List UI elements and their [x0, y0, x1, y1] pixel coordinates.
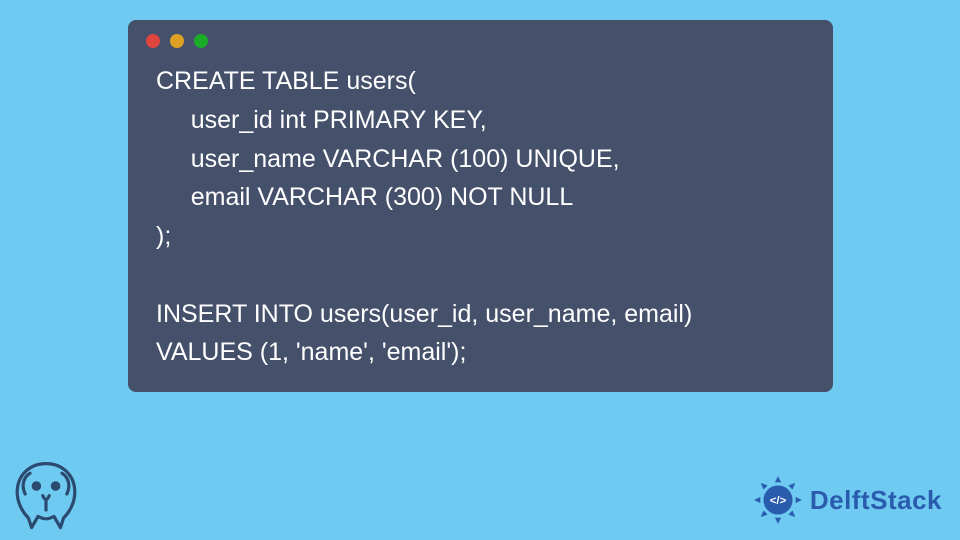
- postgresql-elephant-icon: [6, 454, 86, 534]
- minimize-icon[interactable]: [170, 34, 184, 48]
- delftstack-gear-icon: </>: [752, 474, 804, 526]
- maximize-icon[interactable]: [194, 34, 208, 48]
- delftstack-text: DelftStack: [810, 485, 942, 516]
- close-icon[interactable]: [146, 34, 160, 48]
- code-block: CREATE TABLE users( user_id int PRIMARY …: [128, 62, 833, 372]
- delftstack-logo: </> DelftStack: [752, 474, 942, 526]
- window-titlebar: [128, 20, 833, 62]
- svg-text:</>: </>: [770, 495, 787, 507]
- code-window: CREATE TABLE users( user_id int PRIMARY …: [128, 20, 833, 392]
